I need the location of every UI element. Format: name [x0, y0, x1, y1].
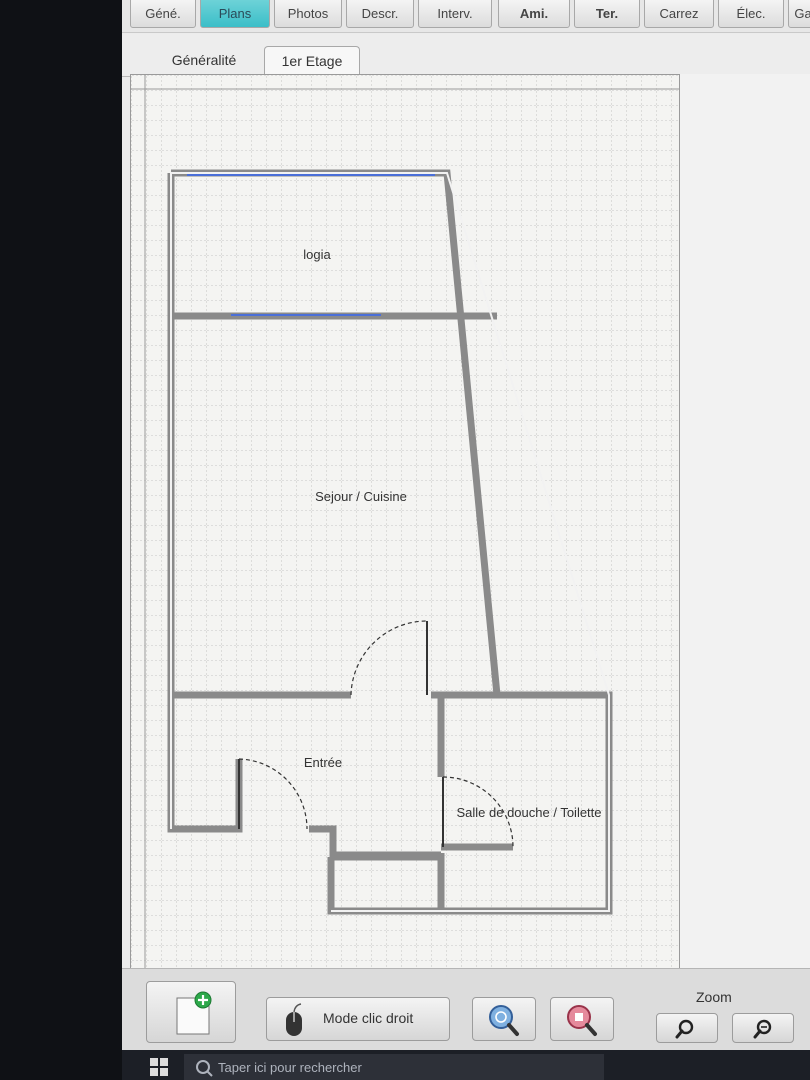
tab-descr[interactable]: Descr. [346, 0, 414, 28]
subtab-1er-etage[interactable]: 1er Etage [264, 46, 360, 76]
zoom-fit-button[interactable] [472, 997, 536, 1041]
subtab-generalite[interactable]: Généralité [144, 46, 264, 76]
top-tab-bar: Géné. Plans Photos Descr. Interv. Ami. T… [122, 0, 810, 33]
tab-plans[interactable]: Plans [200, 0, 270, 28]
windows-start-icon[interactable] [146, 1052, 174, 1080]
zoom-selection-icon [567, 1005, 597, 1036]
taskbar-search-box[interactable]: Taper ici pour rechercher [184, 1054, 604, 1080]
zoom-in-button[interactable] [656, 1013, 718, 1043]
zoom-selection-button[interactable] [550, 997, 614, 1041]
app-window: Géné. Plans Photos Descr. Interv. Ami. T… [122, 0, 810, 1080]
sub-tab-bar: Généralité 1er Etage [122, 34, 810, 77]
mode-label: Mode clic droit [323, 1010, 414, 1026]
tab-more[interactable]: Ga [788, 0, 810, 28]
right-panel [680, 74, 810, 974]
room-label-sejour: Sejour / Cuisine [315, 489, 407, 504]
tab-gene[interactable]: Géné. [130, 0, 196, 28]
room-label-salle: Salle de douche / Toilette [456, 805, 601, 820]
search-icon [196, 1060, 213, 1077]
room-label-logia: logia [303, 247, 331, 262]
floor-plan-canvas[interactable]: logia Sejour / Cuisine Entrée Salle de d… [130, 74, 680, 974]
tab-interv[interactable]: Interv. [418, 0, 492, 28]
bottom-toolbar: Mode clic droit Zoom [122, 968, 810, 1051]
search-placeholder: Taper ici pour rechercher [218, 1060, 362, 1075]
zoom-fit-icon [489, 1005, 519, 1036]
tab-ter[interactable]: Ter. [574, 0, 640, 28]
tab-carrez[interactable]: Carrez [644, 0, 714, 28]
mouse-icon [286, 1003, 302, 1036]
tab-ami[interactable]: Ami. [498, 0, 570, 28]
taskbar: Taper ici pour rechercher [122, 1050, 810, 1080]
tab-elec[interactable]: Élec. [718, 0, 784, 28]
zoom-in-icon [675, 1019, 694, 1039]
zoom-label: Zoom [696, 989, 732, 1005]
floor-plan-drawing: logia Sejour / Cuisine Entrée Salle de d… [131, 75, 679, 973]
right-click-mode-button[interactable]: Mode clic droit [266, 997, 450, 1041]
tab-photos[interactable]: Photos [274, 0, 342, 28]
zoom-out-button[interactable] [732, 1013, 794, 1043]
zoom-out-icon [753, 1019, 772, 1039]
room-label-entree: Entrée [304, 755, 342, 770]
document-add-icon [176, 991, 212, 1035]
add-plan-button[interactable] [146, 981, 236, 1043]
